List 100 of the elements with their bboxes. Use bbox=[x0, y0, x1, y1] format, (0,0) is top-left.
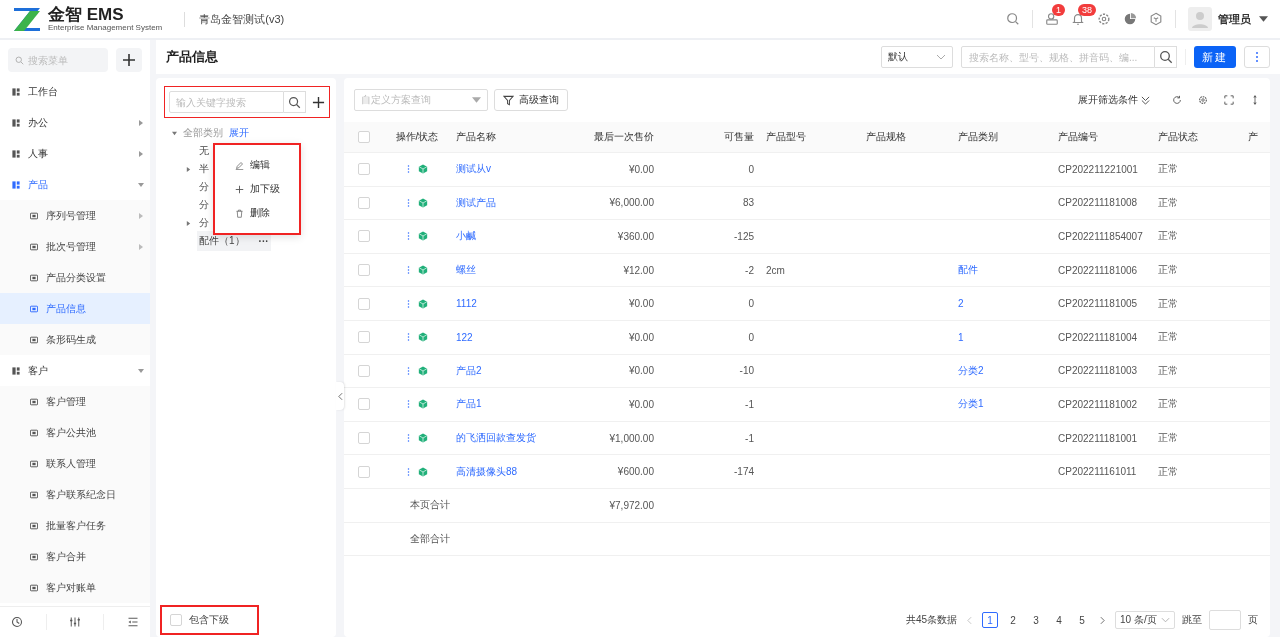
menu-item[interactable]: 加下级 bbox=[215, 177, 299, 201]
history-icon[interactable] bbox=[11, 616, 24, 628]
more-icon[interactable] bbox=[406, 164, 410, 175]
category-link[interactable]: 分类1 bbox=[958, 397, 984, 412]
sidebar-item[interactable]: 产品分类设置 bbox=[0, 262, 150, 293]
category-link[interactable]: 配件 bbox=[958, 263, 978, 278]
add-category-button[interactable] bbox=[312, 95, 325, 109]
sidebar-item[interactable]: 产品信息 bbox=[0, 293, 150, 324]
sidebar-item[interactable]: 客户管理 bbox=[0, 386, 150, 417]
sliders-icon[interactable] bbox=[68, 616, 81, 628]
settings-icon[interactable] bbox=[1097, 12, 1111, 26]
category-link[interactable]: 分类2 bbox=[958, 363, 984, 378]
sidebar-item[interactable]: 产品 bbox=[0, 169, 150, 200]
sidebar-item[interactable]: 客户 bbox=[0, 355, 150, 386]
more-icon[interactable] bbox=[406, 466, 410, 477]
more-options[interactable]: ··· bbox=[258, 235, 269, 247]
tree-search-field[interactable]: 输入关键字搜索 bbox=[169, 91, 284, 113]
tree-node[interactable]: 半 bbox=[197, 161, 211, 177]
page-size-select[interactable]: 10 条/页 bbox=[1115, 611, 1175, 629]
menu-item[interactable]: 编辑 bbox=[215, 153, 299, 177]
avatar-icon[interactable] bbox=[1188, 7, 1212, 31]
product-name-link[interactable]: 小鹹 bbox=[456, 229, 476, 244]
search-button[interactable] bbox=[1155, 46, 1177, 68]
category-link[interactable]: 2 bbox=[958, 298, 964, 310]
row-checkbox[interactable] bbox=[358, 230, 370, 243]
column-height-icon[interactable] bbox=[1250, 95, 1260, 105]
search-icon[interactable] bbox=[1006, 12, 1020, 26]
chevron-right-icon[interactable] bbox=[1100, 615, 1105, 625]
advanced-query-button[interactable]: 高级查询 bbox=[494, 89, 568, 111]
sidebar-item[interactable]: 客户合并 bbox=[0, 541, 150, 572]
expand-link[interactable]: 展开 bbox=[229, 126, 249, 140]
collapse-menu-icon[interactable] bbox=[126, 616, 139, 628]
expand-filters-button[interactable]: 展开筛选条件 bbox=[1078, 93, 1150, 107]
product-name-link[interactable]: 测试从v bbox=[456, 162, 491, 177]
tree-node[interactable]: 无 bbox=[197, 143, 211, 159]
product-name-link[interactable]: 测试产品 bbox=[456, 195, 496, 210]
product-name-link[interactable]: 1112 bbox=[456, 298, 477, 310]
caret-icon[interactable] bbox=[186, 166, 191, 172]
tree-node[interactable]: 分 bbox=[197, 197, 211, 213]
row-checkbox[interactable] bbox=[358, 398, 370, 411]
hexagon-icon[interactable] bbox=[1149, 12, 1163, 26]
collapse-handle[interactable] bbox=[336, 382, 344, 410]
sidebar-item[interactable]: 客户对账单 bbox=[0, 572, 150, 603]
product-name-link[interactable]: 产品2 bbox=[456, 363, 482, 378]
tree-node[interactable]: 分 bbox=[197, 179, 211, 195]
user-message-icon[interactable] bbox=[1045, 12, 1059, 26]
view-select[interactable]: 默认 bbox=[881, 46, 953, 68]
sidebar-item[interactable]: 客户公共池 bbox=[0, 417, 150, 448]
bell-icon[interactable] bbox=[1071, 12, 1085, 26]
tree-node[interactable]: 分 bbox=[197, 215, 211, 231]
pie-chart-icon[interactable] bbox=[1123, 12, 1137, 26]
more-icon[interactable] bbox=[406, 197, 410, 208]
chevron-left-icon[interactable] bbox=[967, 615, 972, 625]
sidebar-item[interactable]: 批量客户任务 bbox=[0, 510, 150, 541]
more-icon[interactable] bbox=[406, 298, 410, 309]
checkbox[interactable] bbox=[170, 614, 182, 626]
page-button[interactable]: 3 bbox=[1028, 612, 1044, 628]
sidebar-item[interactable]: 办公 bbox=[0, 107, 150, 138]
select-all-checkbox[interactable] bbox=[358, 131, 370, 143]
sidebar-item[interactable]: 工作台 bbox=[0, 76, 150, 107]
more-icon[interactable] bbox=[406, 231, 410, 242]
caret-icon[interactable] bbox=[186, 220, 191, 226]
row-checkbox[interactable] bbox=[358, 432, 370, 445]
row-checkbox[interactable] bbox=[358, 331, 370, 344]
row-checkbox[interactable] bbox=[358, 364, 370, 377]
sidebar-item[interactable]: 客户联系纪念日 bbox=[0, 479, 150, 510]
user-name[interactable]: 管理员 bbox=[1218, 11, 1251, 27]
caret-icon[interactable] bbox=[172, 130, 177, 136]
refresh-icon[interactable] bbox=[1172, 95, 1182, 105]
sidebar-item[interactable]: 条形码生成 bbox=[0, 324, 150, 355]
row-checkbox[interactable] bbox=[358, 163, 370, 176]
sidebar-item[interactable]: 联系人管理 bbox=[0, 448, 150, 479]
more-icon[interactable] bbox=[406, 265, 410, 276]
row-checkbox[interactable] bbox=[358, 465, 370, 478]
fullscreen-icon[interactable] bbox=[1224, 95, 1234, 105]
new-button[interactable]: 新建 bbox=[1194, 46, 1236, 68]
more-icon[interactable] bbox=[406, 433, 410, 444]
row-checkbox[interactable] bbox=[358, 264, 370, 277]
sidebar-item[interactable]: 批次号管理 bbox=[0, 231, 150, 262]
product-name-link[interactable]: 122 bbox=[456, 331, 473, 343]
page-button[interactable]: 2 bbox=[1005, 612, 1021, 628]
row-checkbox[interactable] bbox=[358, 196, 370, 209]
row-checkbox[interactable] bbox=[358, 297, 370, 310]
include-children-label[interactable]: 包含下级 bbox=[189, 613, 229, 627]
search-button[interactable] bbox=[284, 91, 306, 113]
more-icon[interactable] bbox=[406, 365, 410, 376]
category-link[interactable]: 1 bbox=[958, 331, 964, 343]
product-name-link[interactable]: 高清摄像头88 bbox=[456, 464, 518, 479]
page-button[interactable]: 1 bbox=[982, 612, 998, 628]
add-button[interactable] bbox=[116, 48, 142, 72]
product-name-link[interactable]: 螺丝 bbox=[456, 263, 476, 278]
settings-icon[interactable] bbox=[1198, 95, 1208, 105]
caret-icon[interactable] bbox=[1259, 16, 1268, 22]
menu-item[interactable]: 删除 bbox=[215, 201, 299, 225]
sidebar-item[interactable]: 序列号管理 bbox=[0, 200, 150, 231]
more-button[interactable] bbox=[1244, 46, 1270, 68]
page-button[interactable]: 5 bbox=[1074, 612, 1090, 628]
more-icon[interactable] bbox=[406, 332, 410, 343]
product-name-link[interactable]: 的飞洒回款查发货 bbox=[456, 431, 536, 446]
page-number-field[interactable] bbox=[1209, 610, 1241, 630]
